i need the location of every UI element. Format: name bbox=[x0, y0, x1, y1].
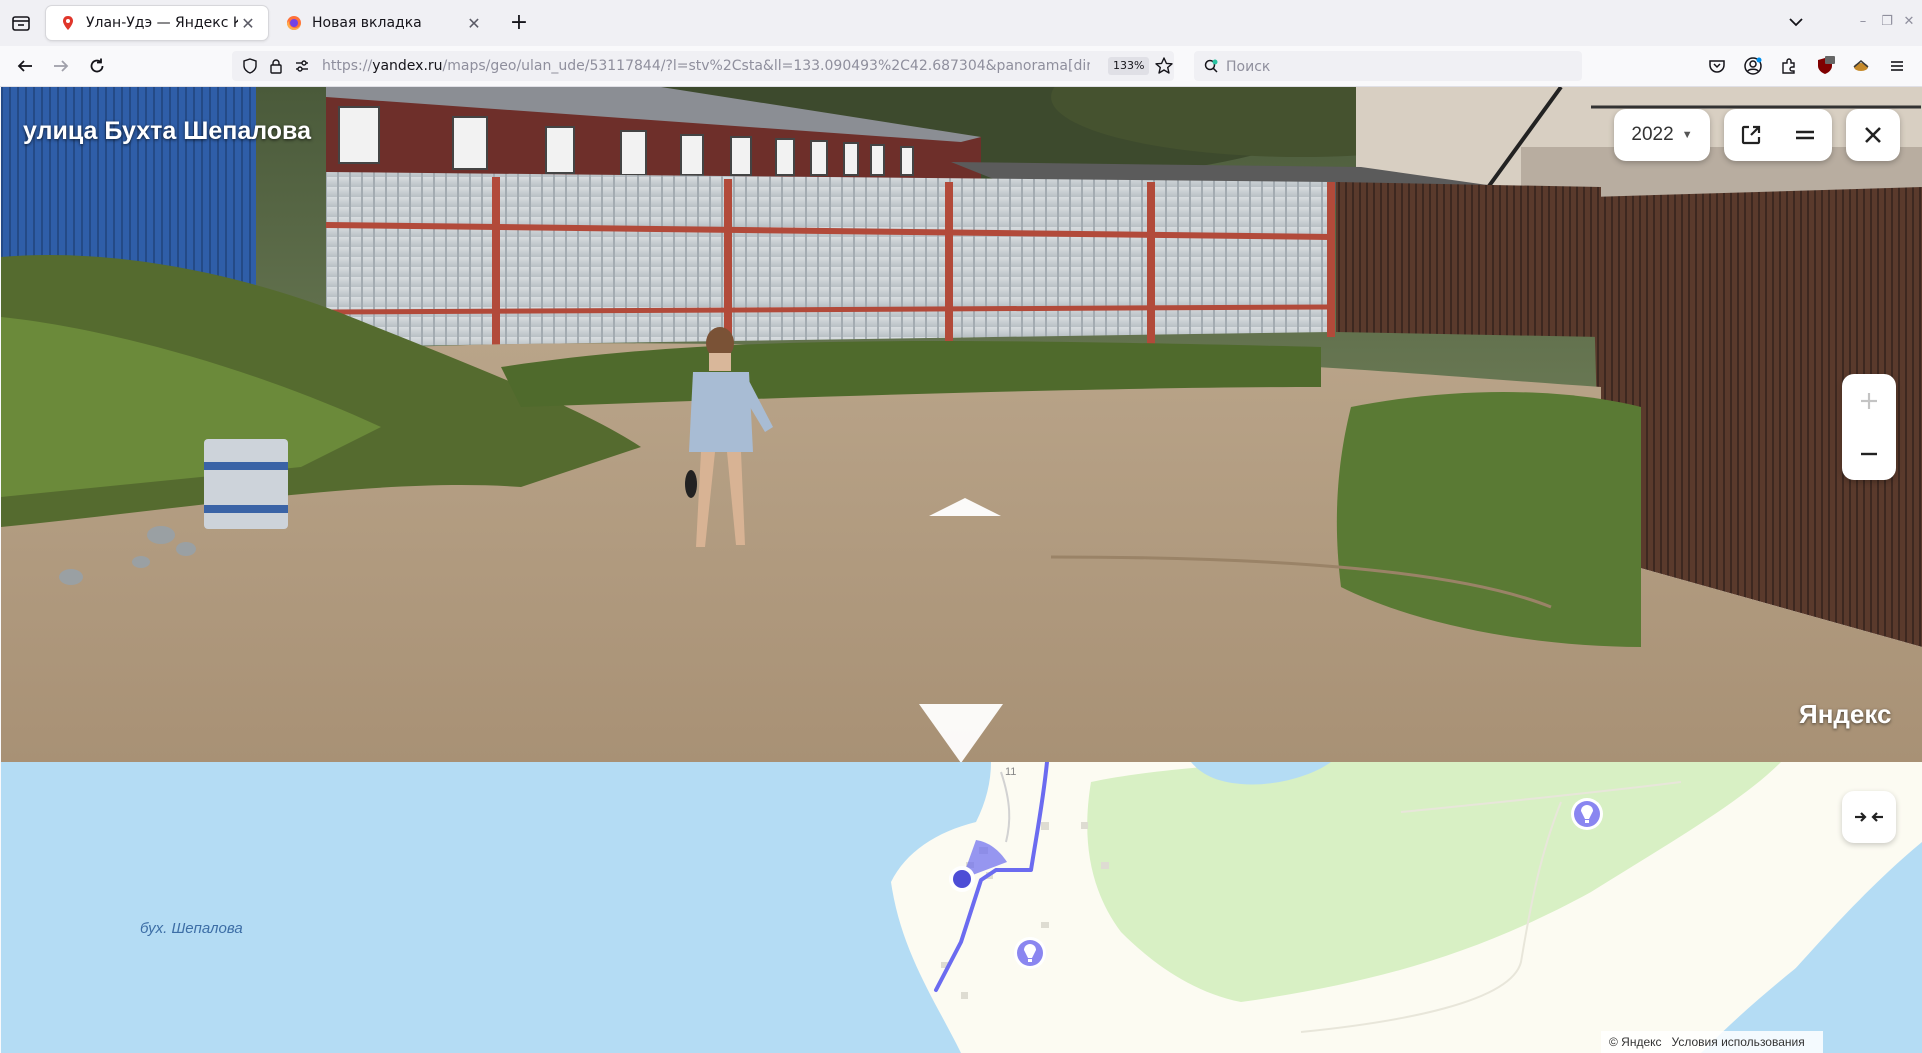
map-copyright: © Яндекс Условия использования bbox=[1601, 1031, 1823, 1053]
panorama-actions bbox=[1724, 109, 1832, 161]
search-bar[interactable] bbox=[1194, 51, 1582, 83]
yandex-logo: Яндекс bbox=[1799, 699, 1892, 729]
new-tab-button[interactable]: + bbox=[506, 10, 532, 36]
url-host: yandex.ru bbox=[372, 58, 443, 74]
bookmark-star-icon[interactable] bbox=[1154, 56, 1174, 80]
minus-icon bbox=[1861, 452, 1877, 455]
terms-link[interactable]: Условия использования bbox=[1672, 1035, 1805, 1049]
plus-icon bbox=[1861, 392, 1877, 409]
zoom-in-button[interactable] bbox=[1842, 374, 1896, 427]
map-pin-icon bbox=[63, 16, 73, 30]
close-tab-icon[interactable]: ✕ bbox=[464, 14, 484, 33]
copyright-text: © Яндекс bbox=[1609, 1035, 1662, 1049]
close-icon bbox=[1865, 127, 1881, 143]
street-panorama[interactable]: улица Бухта Шепалова 2022 ▼ Яндекс bbox=[1, 87, 1922, 762]
tab-new-tab[interactable]: Новая вкладка ✕ bbox=[272, 6, 494, 40]
tab-yandex-maps[interactable]: Улан-Удэ — Яндекс Карты ✕ bbox=[46, 6, 268, 40]
search-input[interactable] bbox=[1224, 51, 1568, 83]
chevron-down-icon[interactable] bbox=[1786, 12, 1806, 32]
ublock-icon[interactable] bbox=[1814, 55, 1836, 77]
lock-icon[interactable] bbox=[268, 58, 284, 78]
bay-label: бух. Шепалова bbox=[140, 920, 243, 937]
street-name: улица Бухта Шепалова bbox=[23, 117, 311, 145]
minimize-icon[interactable]: – bbox=[1854, 14, 1872, 32]
forward-icon[interactable] bbox=[50, 55, 72, 77]
url-path: /maps/geo/ulan_ude/53117844/?l=stv%2Csta… bbox=[442, 58, 1090, 74]
back-icon[interactable] bbox=[14, 55, 36, 77]
collapse-map-button[interactable] bbox=[1842, 791, 1896, 843]
window-close-icon[interactable]: ✕ bbox=[1900, 14, 1918, 32]
close-panorama-button[interactable] bbox=[1846, 109, 1900, 161]
split-view-icon bbox=[1796, 130, 1814, 140]
close-tab-icon[interactable]: ✕ bbox=[238, 14, 258, 33]
external-link-icon bbox=[1741, 125, 1761, 145]
house-number-label: 11 bbox=[1005, 766, 1017, 778]
tab-title: Новая вкладка bbox=[312, 15, 422, 31]
tab-title: Улан-Удэ — Яндекс Карты bbox=[86, 15, 238, 31]
address-bar[interactable]: https://yandex.ru/maps/geo/ulan_ude/5311… bbox=[232, 51, 1174, 81]
pocket-icon[interactable] bbox=[1706, 55, 1728, 77]
tab-list-icon[interactable] bbox=[10, 12, 32, 34]
panorama-image[interactable] bbox=[1, 87, 1922, 762]
search-icon bbox=[1203, 58, 1219, 78]
caret-down-icon: ▼ bbox=[1681, 129, 1693, 141]
account-icon[interactable] bbox=[1742, 55, 1764, 77]
year-value: 2022 bbox=[1631, 124, 1674, 145]
permissions-icon[interactable] bbox=[294, 58, 310, 78]
balloon-poi-icon[interactable] bbox=[1014, 937, 1046, 969]
url-text[interactable]: https://yandex.ru/maps/geo/ulan_ude/5311… bbox=[322, 51, 1090, 81]
restore-icon[interactable]: ❐ bbox=[1878, 14, 1896, 32]
collapse-arrows-icon bbox=[1855, 812, 1883, 822]
open-external-button[interactable] bbox=[1724, 109, 1778, 161]
balloon-poi-icon[interactable] bbox=[1571, 798, 1603, 830]
map-canvas[interactable] bbox=[1, 762, 1922, 1053]
extensions-icon[interactable] bbox=[1778, 55, 1800, 77]
year-select[interactable]: 2022 ▼ bbox=[1614, 109, 1710, 161]
split-view-button[interactable] bbox=[1778, 109, 1832, 161]
panorama-zoom-control bbox=[1842, 374, 1896, 480]
zoom-level-badge[interactable]: 133% bbox=[1108, 57, 1150, 75]
tab-strip: Улан-Удэ — Яндекс Карты ✕ Новая вкладка … bbox=[0, 0, 1922, 46]
firefox-icon bbox=[287, 16, 301, 30]
extension-bird-icon[interactable] bbox=[1850, 55, 1872, 77]
mini-map[interactable]: 11 бух. Шепалова © Яндекс Условия использ… bbox=[1, 762, 1922, 1053]
navigation-toolbar: https://yandex.ru/maps/geo/ulan_ude/5311… bbox=[0, 46, 1922, 87]
menu-hamburger-icon[interactable] bbox=[1886, 55, 1908, 77]
shield-icon[interactable] bbox=[242, 58, 258, 78]
url-scheme: https:// bbox=[322, 58, 373, 74]
reload-icon[interactable] bbox=[86, 55, 108, 77]
zoom-out-button[interactable] bbox=[1842, 427, 1896, 480]
